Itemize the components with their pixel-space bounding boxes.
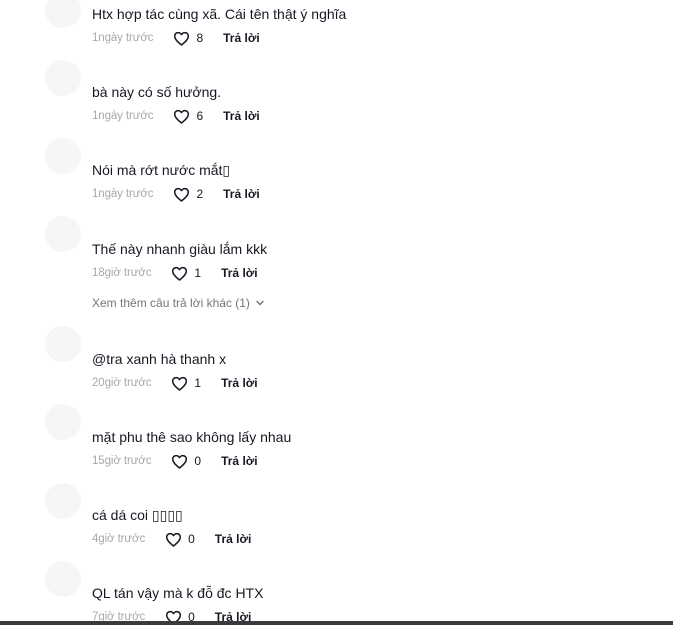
- comment-meta: 15giờ trước 0 Trả lời: [92, 453, 652, 469]
- comment-meta: 1ngày trước 8 Trả lời: [92, 30, 652, 46]
- comment-meta: 4giờ trước 0 Trả lời: [92, 531, 652, 547]
- reply-button[interactable]: Trả lời: [223, 187, 260, 201]
- comment-text: @tra xanh hà thanh x: [92, 351, 227, 367]
- comment-text: QL tán vậy mà k đỗ đc HTX: [92, 585, 264, 601]
- heart-outline-icon: [172, 376, 188, 391]
- comment-item: Thế này nhanh giàu lắm kkk 18giờ trước 1…: [92, 240, 652, 281]
- like-button[interactable]: 0: [171, 454, 201, 469]
- comment-item: cá dá coi ▯▯▯▯ 4giờ trước 0 Trả lời: [92, 506, 652, 547]
- like-count: 0: [188, 532, 195, 546]
- reply-button[interactable]: Trả lời: [215, 532, 252, 546]
- comment-text: Htx hợp tác cùng xã. Cái tên thật ý nghĩ…: [92, 6, 347, 22]
- comment-item: @tra xanh hà thanh x 20giờ trước 1 Trả l…: [92, 350, 652, 391]
- comment-item: Htx hợp tác cùng xã. Cái tên thật ý nghĩ…: [92, 5, 652, 46]
- comment-time: 1ngày trước: [92, 110, 154, 122]
- chevron-down-icon: [256, 300, 264, 306]
- avatar[interactable]: [45, 483, 81, 519]
- heart-outline-icon: [172, 266, 188, 281]
- like-button[interactable]: 2: [173, 187, 203, 202]
- heart-outline-icon: [172, 454, 188, 469]
- like-count: 8: [196, 31, 204, 45]
- view-more-replies-label: Xem thêm câu trả lời khác (1): [92, 296, 250, 310]
- reply-button[interactable]: Trả lời: [223, 109, 260, 123]
- avatar[interactable]: [45, 60, 81, 96]
- comment-time: 1ngày trước: [92, 32, 154, 44]
- avatar[interactable]: [45, 0, 81, 28]
- reply-button[interactable]: Trả lời: [221, 454, 258, 468]
- avatar[interactable]: [45, 326, 81, 362]
- like-button[interactable]: 6: [173, 109, 203, 124]
- comment-time: 15giờ trước: [92, 455, 152, 467]
- like-count: 6: [196, 109, 204, 123]
- avatar[interactable]: [45, 138, 81, 174]
- comment-text: cá dá coi ▯▯▯▯: [92, 507, 183, 523]
- comment-item: bà này có số hưởng. 1ngày trước 6 Trả lờ…: [92, 83, 652, 124]
- like-button[interactable]: 1: [171, 376, 201, 391]
- comment-item: QL tán vậy mà k đỗ đc HTX 7giờ trước 0 T…: [92, 584, 652, 625]
- heart-outline-icon: [174, 31, 190, 46]
- like-button[interactable]: 0: [165, 532, 195, 547]
- heart-outline-icon: [174, 109, 190, 124]
- comment-text: bà này có số hưởng.: [92, 84, 222, 100]
- view-more-replies-button[interactable]: Xem thêm câu trả lời khác (1): [92, 296, 265, 310]
- like-count: 2: [196, 187, 204, 201]
- comment-time: 20giờ trước: [92, 377, 152, 389]
- reply-button[interactable]: Trả lời: [221, 376, 258, 390]
- comment-time: 4giờ trước: [92, 533, 146, 545]
- like-count: 0: [194, 454, 202, 468]
- reply-button[interactable]: Trả lời: [223, 31, 260, 45]
- heart-outline-icon: [166, 532, 182, 547]
- like-count: 1: [194, 376, 202, 390]
- comment-item: mặt phu thê sao không lấy nhau 15giờ trư…: [92, 428, 652, 469]
- comment-meta: 20giờ trước 1 Trả lời: [92, 375, 652, 391]
- avatar[interactable]: [45, 216, 81, 252]
- like-button[interactable]: 1: [171, 266, 201, 281]
- avatar[interactable]: [45, 404, 81, 440]
- heart-outline-icon: [174, 187, 190, 202]
- comment-time: 18giờ trước: [92, 267, 152, 279]
- comment-text: Nói mà rớt nước mắt▯: [92, 162, 231, 178]
- comment-meta: 1ngày trước 2 Trả lời: [92, 186, 652, 202]
- comment-text: mặt phu thê sao không lấy nhau: [92, 429, 292, 445]
- comment-meta: 18giờ trước 1 Trả lời: [92, 265, 652, 281]
- avatar[interactable]: [45, 561, 81, 597]
- like-button[interactable]: 8: [173, 31, 203, 46]
- comment-time: 1ngày trước: [92, 188, 154, 200]
- comment-item: Nói mà rớt nước mắt▯ 1ngày trước 2 Trả l…: [92, 161, 652, 202]
- reply-button[interactable]: Trả lời: [221, 266, 258, 280]
- like-count: 1: [194, 266, 202, 280]
- bottom-divider: [0, 621, 673, 625]
- comment-meta: 1ngày trước 6 Trả lời: [92, 108, 652, 124]
- comment-text: Thế này nhanh giàu lắm kkk: [92, 241, 268, 257]
